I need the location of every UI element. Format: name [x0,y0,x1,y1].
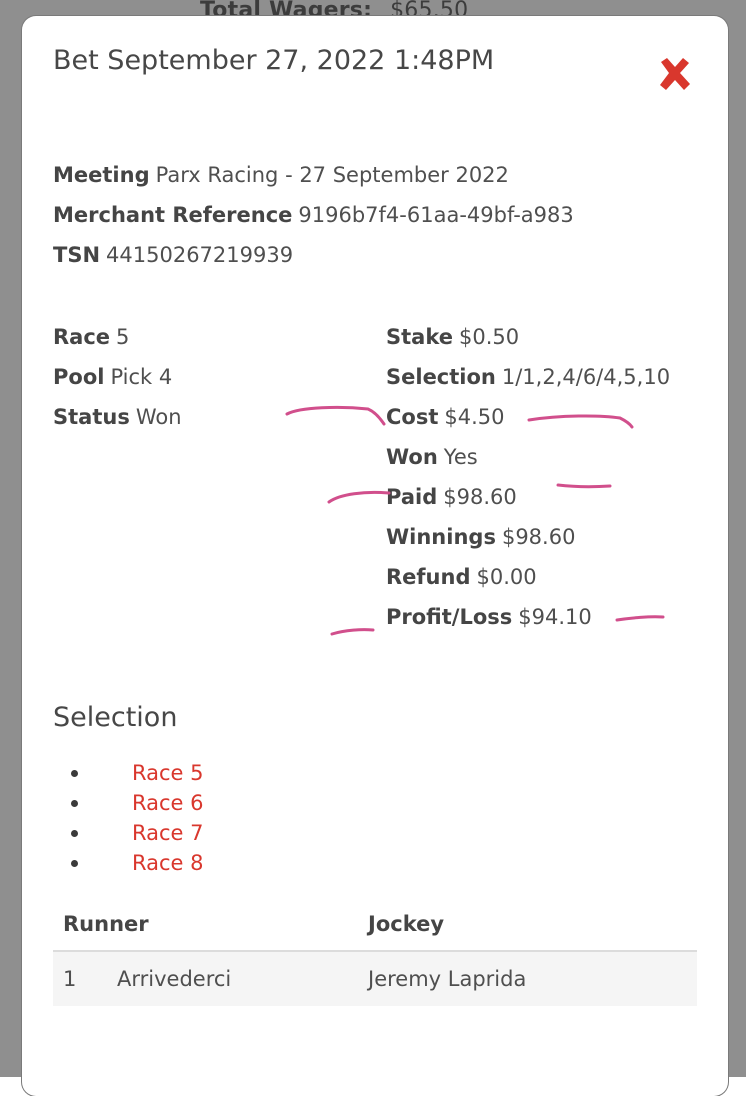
jockey-name: Jeremy Laprida [368,967,527,991]
column-header-jockey: Jockey [368,912,445,936]
cost-row: Cost $4.50 [386,405,505,429]
meeting-row: Meeting Parx Racing - 27 September 2022 [53,163,509,187]
race-row: Race 5 [53,325,130,349]
close-icon[interactable] [655,54,695,94]
selection-heading: Selection [53,702,178,733]
refund-row: Refund $0.00 [386,565,537,589]
race-link[interactable]: Race 6 [132,791,204,815]
merchant-reference-row: Merchant Reference 9196b7f4-61aa-49bf-a98… [53,203,574,227]
winnings-row: Winnings $98.60 [386,525,576,549]
race-link[interactable]: Race 5 [132,761,204,785]
pool-row: Pool Pick 4 [53,365,173,389]
tsn-row: TSN 44150267219939 [53,243,294,267]
race-link-list: Race 5 Race 6 Race 7 Race 8 [71,758,204,878]
profit-loss-row: Profit/Loss $94.10 [386,605,592,629]
race-link[interactable]: Race 7 [132,821,204,845]
runner-name: Arrivederci [117,967,232,991]
selection-row: Selection 1/1,2,4/6/4,5,10 [386,365,671,389]
table-header: Runner Jockey [53,908,697,952]
list-item: Race 5 [71,758,204,788]
modal-title: Bet September 27, 2022 1:48PM [53,45,495,76]
runner-table: Runner Jockey 1 Arrivederci Jeremy Lapri… [53,908,697,1006]
stake-row: Stake $0.50 [386,325,520,349]
column-header-runner: Runner [63,912,149,936]
table-row: 1 Arrivederci Jeremy Laprida [53,952,697,1006]
paid-row: Paid $98.60 [386,485,517,509]
runner-number: 1 [63,967,77,991]
list-item: Race 7 [71,818,204,848]
race-link[interactable]: Race 8 [132,851,204,875]
status-row: Status Won [53,405,182,429]
list-item: Race 6 [71,788,204,818]
won-row: Won Yes [386,445,478,469]
bet-detail-modal: Bet September 27, 2022 1:48PM Meeting Par… [22,16,728,1096]
list-item: Race 8 [71,848,204,878]
